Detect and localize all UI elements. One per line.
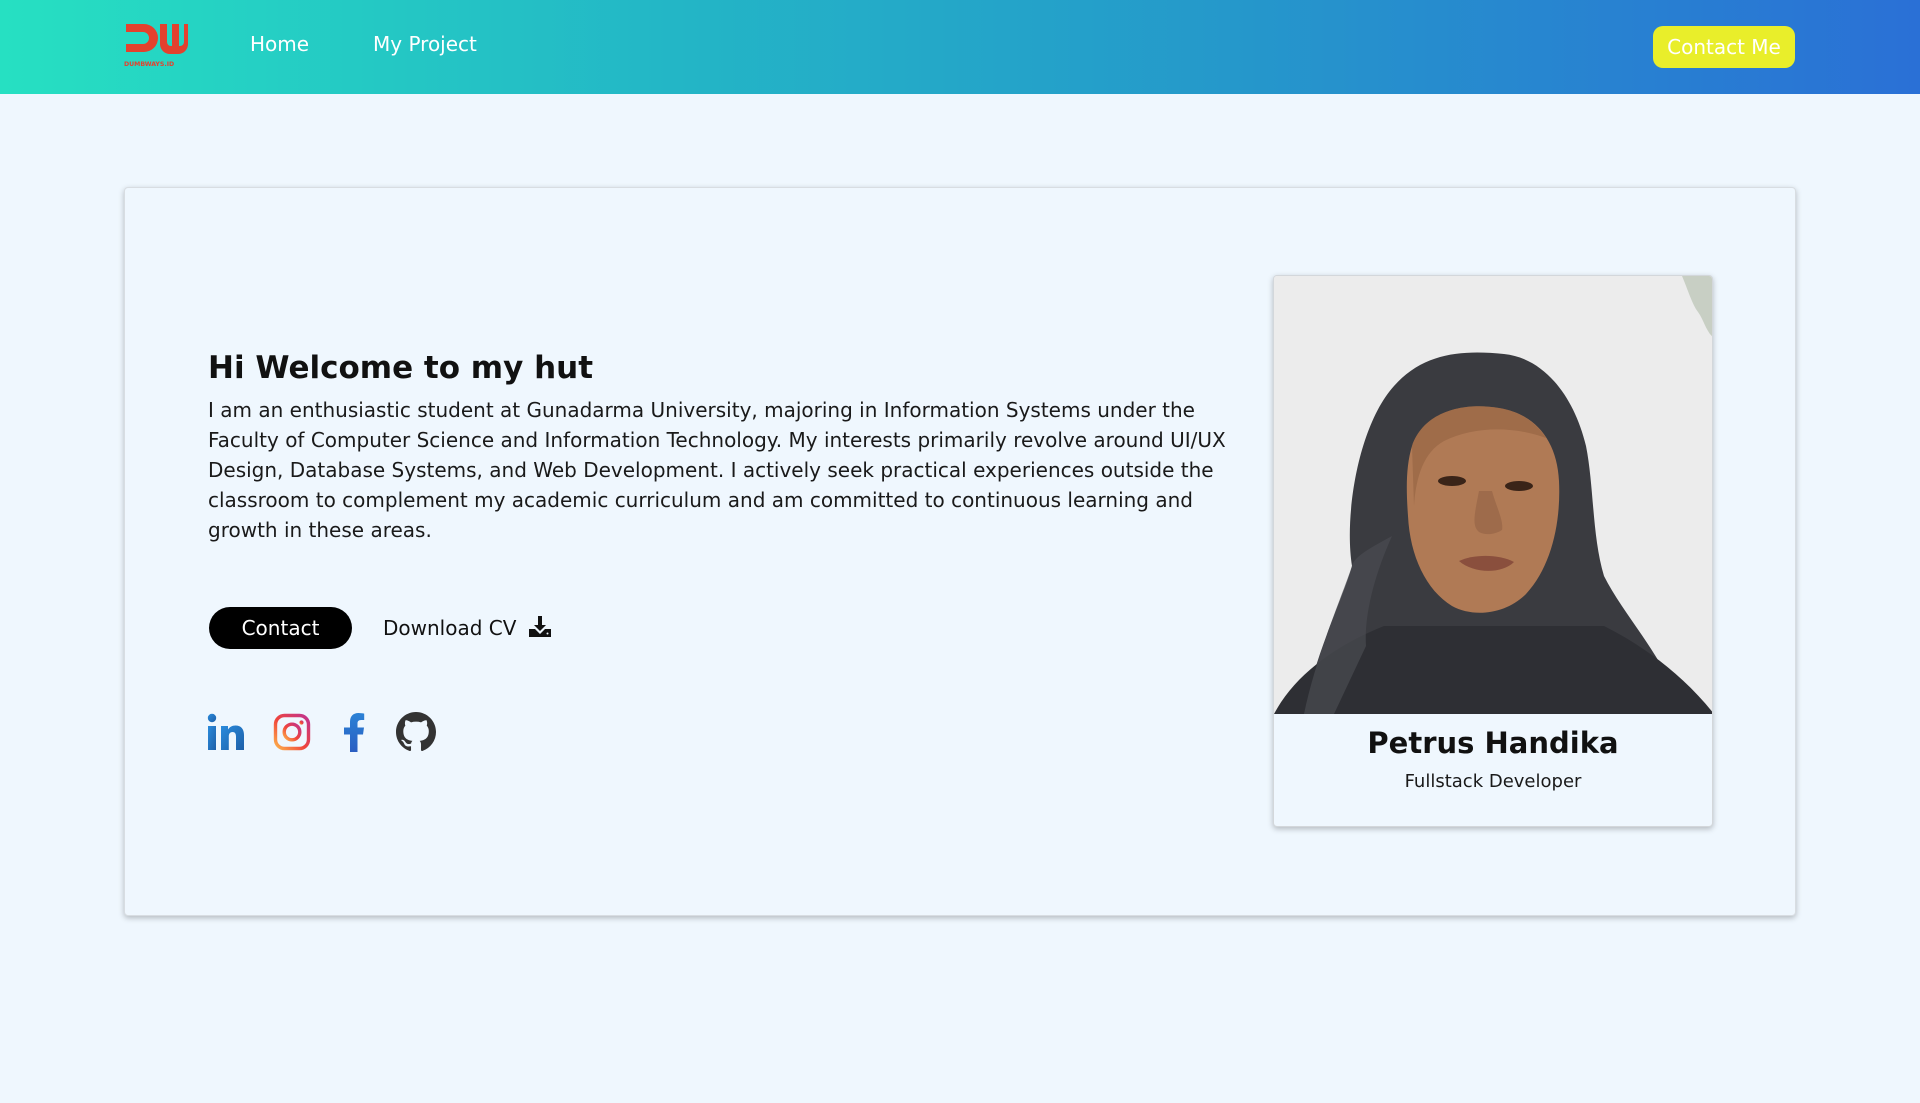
svg-text:DUMBWAYS.ID: DUMBWAYS.ID [124, 61, 174, 68]
linkedin-icon[interactable] [205, 711, 247, 753]
instagram-icon[interactable] [271, 711, 313, 753]
hero-bio: I am an enthusiastic student at Gunadarm… [208, 398, 1226, 542]
facebook-icon[interactable] [333, 711, 375, 753]
profile-photo [1274, 276, 1712, 714]
navbar: DUMBWAYS.ID Home My Project Contact Me [0, 0, 1920, 94]
profile-role: Fullstack Developer [1404, 771, 1582, 792]
download-cv-label: Download CV [383, 616, 517, 640]
hero-headline: Hi Welcome to my hut [208, 350, 594, 386]
contact-me-button[interactable]: Contact Me [1653, 26, 1795, 68]
nav-home-link[interactable]: Home [250, 32, 309, 56]
dumbways-logo[interactable]: DUMBWAYS.ID [124, 22, 190, 70]
github-icon[interactable] [395, 711, 437, 753]
nav-my-project-link[interactable]: My Project [373, 32, 477, 56]
contact-button[interactable]: Contact [209, 607, 352, 649]
download-icon [528, 614, 552, 643]
download-cv-link[interactable]: Download CV [383, 612, 552, 644]
profile-name: Petrus Handika [1367, 726, 1619, 760]
